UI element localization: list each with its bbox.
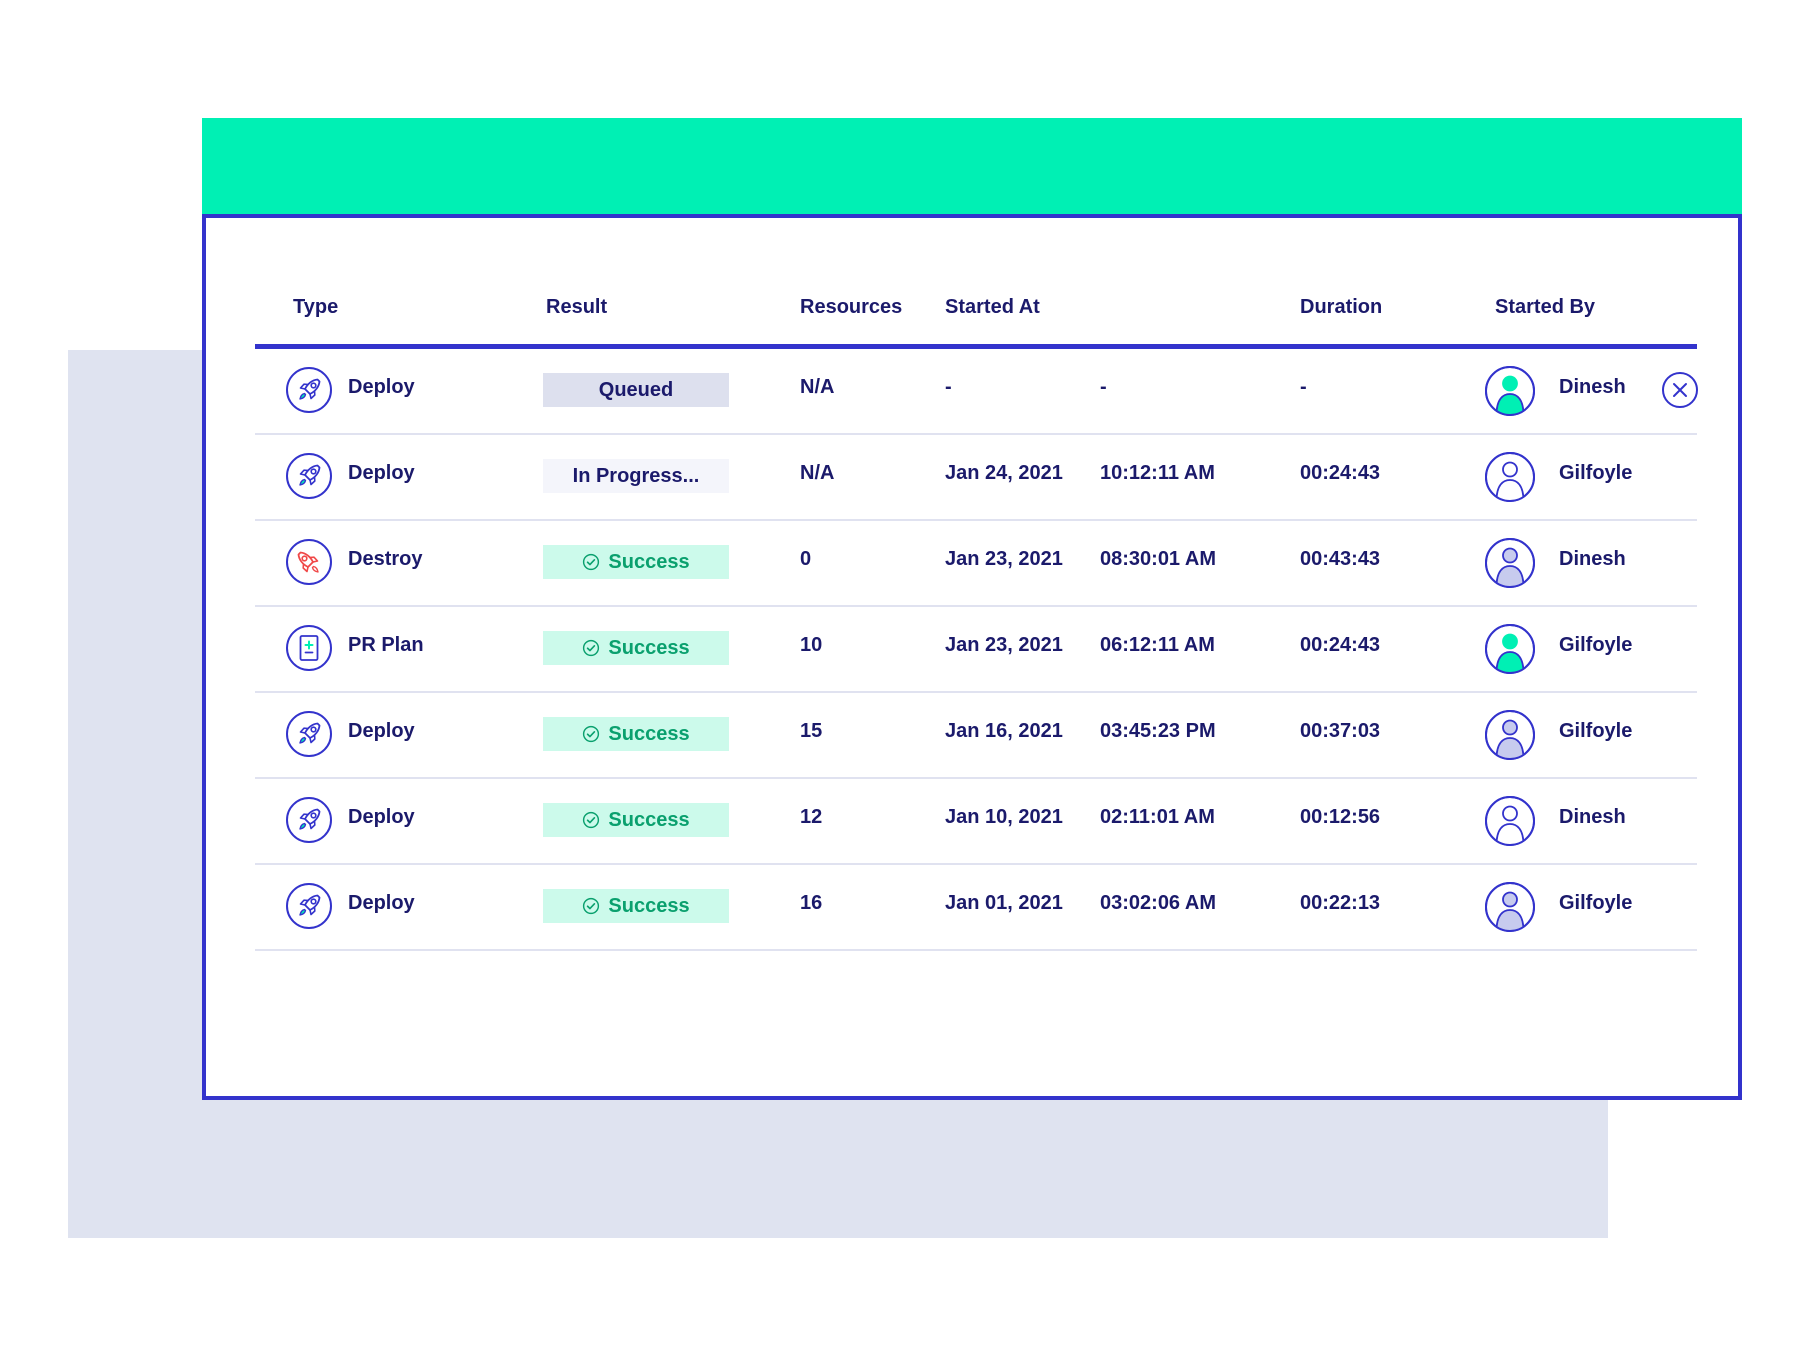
plan-document-icon	[285, 624, 333, 672]
started-by-user: Dinesh	[1559, 376, 1626, 398]
type-label: Destroy	[348, 548, 423, 570]
started-by-user: Gilfoyle	[1559, 634, 1633, 656]
duration-value: -	[1300, 376, 1307, 398]
table-row[interactable]: Deploy Queued N/A - - - Dinesh	[255, 349, 1699, 435]
table-row[interactable]: Deploy Success 16 Jan 01, 2021 03:02:06 …	[255, 865, 1697, 951]
table-row[interactable]: Deploy Success 12 Jan 10, 2021 02:11:01 …	[255, 779, 1697, 865]
runs-window: Type Result Resources Started At Duratio…	[202, 118, 1742, 1100]
check-circle-icon	[582, 725, 600, 743]
table-row[interactable]: Deploy In Progress... N/A Jan 24, 2021 1…	[255, 435, 1697, 521]
started-by-user: Gilfoyle	[1559, 892, 1633, 914]
header-type: Type	[293, 296, 339, 318]
type-label: Deploy	[348, 462, 415, 484]
type-label: Deploy	[348, 376, 415, 398]
started-by-user: Dinesh	[1559, 806, 1626, 828]
resources-value: 12	[800, 806, 823, 828]
started-time: 03:45:23 PM	[1100, 720, 1216, 742]
table-row[interactable]: Deploy Success 15 Jan 16, 2021 03:45:23 …	[255, 693, 1697, 779]
status-badge-label: Success	[608, 550, 690, 573]
duration-value: 00:22:13	[1300, 892, 1381, 914]
started-time: 08:30:01 AM	[1100, 548, 1216, 570]
status-badge-label: In Progress...	[572, 464, 700, 487]
table-body: Deploy Queued N/A - - - Dinesh Deploy In…	[255, 349, 1699, 951]
status-badge: Success	[543, 889, 729, 923]
rocket-icon	[285, 366, 333, 414]
check-circle-icon	[582, 811, 600, 829]
duration-value: 00:37:03	[1300, 720, 1381, 742]
rocket-icon	[285, 452, 333, 500]
avatar	[1484, 795, 1536, 847]
status-badge-label: Queued	[598, 378, 674, 401]
status-badge: Success	[543, 545, 729, 579]
table-row[interactable]: Destroy Success 0 Jan 23, 2021 08:30:01 …	[255, 521, 1697, 607]
header-started-at: Started At	[945, 296, 1040, 318]
window-body: Type Result Resources Started At Duratio…	[202, 214, 1742, 1100]
destroy-rocket-icon	[285, 538, 333, 586]
status-badge: Queued	[543, 373, 729, 407]
status-badge-label: Success	[608, 808, 690, 831]
type-label: PR Plan	[348, 634, 424, 656]
status-badge-label: Success	[608, 894, 690, 917]
started-date: Jan 24, 2021	[945, 462, 1063, 484]
resources-value: 16	[800, 892, 823, 914]
cancel-run-close-icon[interactable]	[1661, 371, 1699, 409]
status-badge: Success	[543, 803, 729, 837]
type-label: Deploy	[348, 892, 415, 914]
duration-value: 00:43:43	[1300, 548, 1381, 570]
started-date: -	[945, 376, 952, 398]
header-result: Result	[546, 296, 608, 318]
check-circle-icon	[582, 553, 600, 571]
resources-value: 10	[800, 634, 823, 656]
started-by-user: Gilfoyle	[1559, 462, 1633, 484]
started-time: 02:11:01 AM	[1100, 806, 1215, 828]
duration-value: 00:24:43	[1300, 462, 1381, 484]
status-badge: Success	[543, 631, 729, 665]
started-date: Jan 23, 2021	[945, 548, 1063, 570]
header-duration: Duration	[1300, 296, 1383, 318]
window-header-band	[202, 118, 1742, 214]
started-by-user: Gilfoyle	[1559, 720, 1633, 742]
avatar	[1484, 451, 1536, 503]
resources-value: N/A	[800, 376, 835, 398]
avatar	[1484, 709, 1536, 761]
table-header: Type Result Resources Started At Duratio…	[255, 288, 1697, 349]
started-date: Jan 16, 2021	[945, 720, 1063, 742]
type-label: Deploy	[348, 720, 415, 742]
started-date: Jan 10, 2021	[945, 806, 1063, 828]
duration-value: 00:24:43	[1300, 634, 1381, 656]
rocket-icon	[285, 796, 333, 844]
started-time: 06:12:11 AM	[1100, 634, 1215, 656]
status-badge: In Progress...	[543, 459, 729, 493]
started-time: -	[1100, 376, 1107, 398]
started-date: Jan 23, 2021	[945, 634, 1063, 656]
type-label: Deploy	[348, 806, 415, 828]
started-date: Jan 01, 2021	[945, 892, 1063, 914]
started-time: 03:02:06 AM	[1100, 892, 1216, 914]
header-resources: Resources	[800, 296, 903, 318]
check-circle-icon	[582, 639, 600, 657]
avatar	[1484, 623, 1536, 675]
started-by-user: Dinesh	[1559, 548, 1626, 570]
table-row[interactable]: PR Plan Success 10 Jan 23, 2021 06:12:11…	[255, 607, 1697, 693]
status-badge-label: Success	[608, 636, 690, 659]
started-time: 10:12:11 AM	[1100, 462, 1215, 484]
avatar	[1484, 537, 1536, 589]
avatar	[1484, 365, 1536, 417]
rocket-icon	[285, 710, 333, 758]
check-circle-icon	[582, 897, 600, 915]
rocket-icon	[285, 882, 333, 930]
header-started-by: Started By	[1495, 296, 1596, 318]
status-badge-label: Success	[608, 722, 690, 745]
resources-value: 15	[800, 720, 823, 742]
status-badge: Success	[543, 717, 729, 751]
resources-value: 0	[800, 548, 812, 570]
runs-table: Type Result Resources Started At Duratio…	[255, 288, 1699, 951]
avatar	[1484, 881, 1536, 933]
resources-value: N/A	[800, 462, 835, 484]
duration-value: 00:12:56	[1300, 806, 1381, 828]
